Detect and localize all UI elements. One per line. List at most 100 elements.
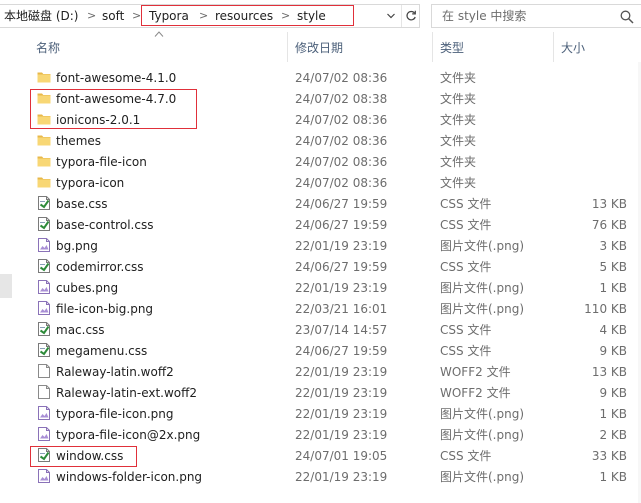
file-modified-date: 22/01/19 23:19	[295, 281, 388, 295]
file-name[interactable]: base.css	[56, 196, 108, 212]
file-type: 图片文件(.png)	[440, 281, 525, 295]
file-name[interactable]: megamenu.css	[56, 343, 147, 359]
file-row[interactable]: font-awesome-4.1.0 24/07/02 08:36 文件夹	[0, 67, 641, 88]
file-modified-date: 24/07/02 08:36	[295, 134, 388, 148]
file-row[interactable]: font-awesome-4.7.0 24/07/02 08:38 文件夹	[0, 88, 641, 109]
file-row[interactable]: codemirror.css 24/06/27 19:59 CSS 文件 5 KB	[0, 256, 641, 277]
breadcrumb-resources[interactable]: resources	[215, 8, 273, 24]
column-size-header[interactable]: 大小	[561, 40, 585, 56]
file-name[interactable]: themes	[56, 133, 101, 149]
search-box[interactable]	[431, 4, 641, 28]
file-name[interactable]: window.css	[56, 448, 123, 464]
file-row[interactable]: megamenu.css 24/06/27 19:59 CSS 文件 9 KB	[0, 340, 641, 361]
file-row[interactable]: windows-folder-icon.png 22/01/19 23:19 图片文…	[0, 466, 641, 487]
file-type: 文件夹	[440, 113, 477, 127]
file-name[interactable]: mac.css	[56, 322, 105, 338]
file-row[interactable]: ionicons-2.0.1 24/07/02 08:36 文件夹	[0, 109, 641, 130]
file-row[interactable]: base-control.css 24/06/27 19:59 CSS 文件 76 K…	[0, 214, 641, 235]
file-row[interactable]: Raleway-latin.woff2 22/01/19 23:19 WOFF2 文…	[0, 361, 641, 382]
file-row[interactable]: themes 24/07/02 08:36 文件夹	[0, 130, 641, 151]
file-name[interactable]: Raleway-latin.woff2	[56, 364, 174, 380]
address-bar-row: 本地磁盘 (D:) > soft > Typora > resources > …	[0, 0, 641, 32]
file-row[interactable]: window.css 24/07/01 19:05 CSS 文件 33 KB	[0, 445, 641, 466]
file-row[interactable]: Raleway-latin-ext.woff2 22/01/19 23:19 WOF…	[0, 382, 641, 403]
file-size: 4 KB	[599, 323, 627, 337]
breadcrumb-separator[interactable]: >	[87, 8, 96, 24]
file-modified-date: 22/01/19 23:19	[295, 470, 388, 484]
breadcrumb-separator[interactable]: >	[132, 8, 141, 24]
file-size: 13 KB	[591, 365, 627, 379]
file-type: CSS 文件	[440, 344, 492, 358]
file-name[interactable]: codemirror.css	[56, 259, 143, 275]
file-row[interactable]: typora-file-icon 24/07/02 08:36 文件夹	[0, 151, 641, 172]
column-modified-header[interactable]: 修改日期	[295, 40, 343, 56]
file-name[interactable]: ionicons-2.0.1	[56, 112, 140, 128]
css-file-icon	[36, 258, 52, 274]
column-divider[interactable]	[432, 32, 433, 62]
file-name[interactable]: file-icon-big.png	[56, 301, 153, 317]
column-type-header[interactable]: 类型	[440, 40, 464, 56]
search-icon[interactable]	[619, 9, 635, 25]
file-modified-date: 22/01/19 23:19	[295, 428, 388, 442]
file-name[interactable]: font-awesome-4.7.0	[56, 91, 176, 107]
breadcrumb-separator[interactable]: >	[281, 8, 290, 24]
file-row[interactable]: typora-file-icon.png 22/01/19 23:19 图片文件(.…	[0, 403, 641, 424]
file-type: 图片文件(.png)	[440, 470, 525, 484]
file-type: CSS 文件	[440, 218, 492, 232]
file-size: 5 KB	[599, 260, 627, 274]
address-history-button[interactable]	[383, 5, 399, 27]
file-size: 33 KB	[591, 449, 627, 463]
search-input[interactable]	[442, 8, 612, 24]
breadcrumb-soft[interactable]: soft	[102, 8, 124, 24]
file-size: 1 KB	[599, 281, 627, 295]
file-row[interactable]: base.css 24/06/27 19:59 CSS 文件 13 KB	[0, 193, 641, 214]
file-name[interactable]: typora-file-icon@2x.png	[56, 427, 200, 443]
column-name-header[interactable]: 名称	[36, 40, 60, 56]
file-size: 3 KB	[599, 239, 627, 253]
file-modified-date: 22/01/19 23:19	[295, 407, 388, 421]
column-divider[interactable]	[287, 32, 288, 62]
file-row[interactable]: file-icon-big.png 22/03/21 16:01 图片文件(.png…	[0, 298, 641, 319]
file-type: 图片文件(.png)	[440, 407, 525, 421]
file-name[interactable]: bg.png	[56, 238, 98, 254]
file-name[interactable]: typora-icon	[56, 175, 124, 191]
file-name[interactable]: Raleway-latin-ext.woff2	[56, 385, 197, 401]
file-row[interactable]: typora-file-icon@2x.png 22/01/19 23:19 图片文…	[0, 424, 641, 445]
file-type: CSS 文件	[440, 260, 492, 274]
file-name[interactable]: base-control.css	[56, 217, 153, 233]
file-modified-date: 24/06/27 19:59	[295, 197, 388, 211]
breadcrumb-style[interactable]: style	[297, 8, 326, 24]
file-type: CSS 文件	[440, 197, 492, 211]
file-modified-date: 24/07/02 08:36	[295, 155, 388, 169]
breadcrumb-separator[interactable]: >	[199, 8, 208, 24]
css-file-icon	[36, 216, 52, 232]
image-file-icon	[36, 426, 52, 442]
refresh-button[interactable]	[401, 5, 419, 27]
file-modified-date: 24/07/02 08:36	[295, 176, 388, 190]
folder-icon	[36, 153, 52, 169]
image-file-icon	[36, 300, 52, 316]
image-file-icon	[36, 405, 52, 421]
file-row[interactable]: typora-icon 24/07/02 08:36 文件夹	[0, 172, 641, 193]
file-size: 13 KB	[591, 197, 627, 211]
file-name[interactable]: cubes.png	[56, 280, 118, 296]
file-size: 110 KB	[584, 302, 627, 316]
file-row[interactable]: cubes.png 22/01/19 23:19 图片文件(.png) 1 KB	[0, 277, 641, 298]
file-name[interactable]: windows-folder-icon.png	[56, 469, 202, 485]
image-file-icon	[36, 279, 52, 295]
file-modified-date: 24/06/27 19:59	[295, 260, 388, 274]
css-file-icon	[36, 342, 52, 358]
breadcrumb-typora[interactable]: Typora	[149, 8, 189, 24]
image-file-icon	[36, 468, 52, 484]
file-name[interactable]: typora-file-icon.png	[56, 406, 174, 422]
file-name[interactable]: font-awesome-4.1.0	[56, 70, 176, 86]
folder-icon	[36, 132, 52, 148]
file-row[interactable]: bg.png 22/01/19 23:19 图片文件(.png) 3 KB	[0, 235, 641, 256]
column-divider[interactable]	[553, 32, 554, 62]
file-name[interactable]: typora-file-icon	[56, 154, 147, 170]
breadcrumb-drive[interactable]: 本地磁盘 (D:)	[4, 8, 78, 24]
file-row[interactable]: mac.css 23/07/14 14:57 CSS 文件 4 KB	[0, 319, 641, 340]
folder-icon	[36, 174, 52, 190]
file-modified-date: 24/07/01 19:05	[295, 449, 388, 463]
file-modified-date: 24/06/27 19:59	[295, 218, 388, 232]
